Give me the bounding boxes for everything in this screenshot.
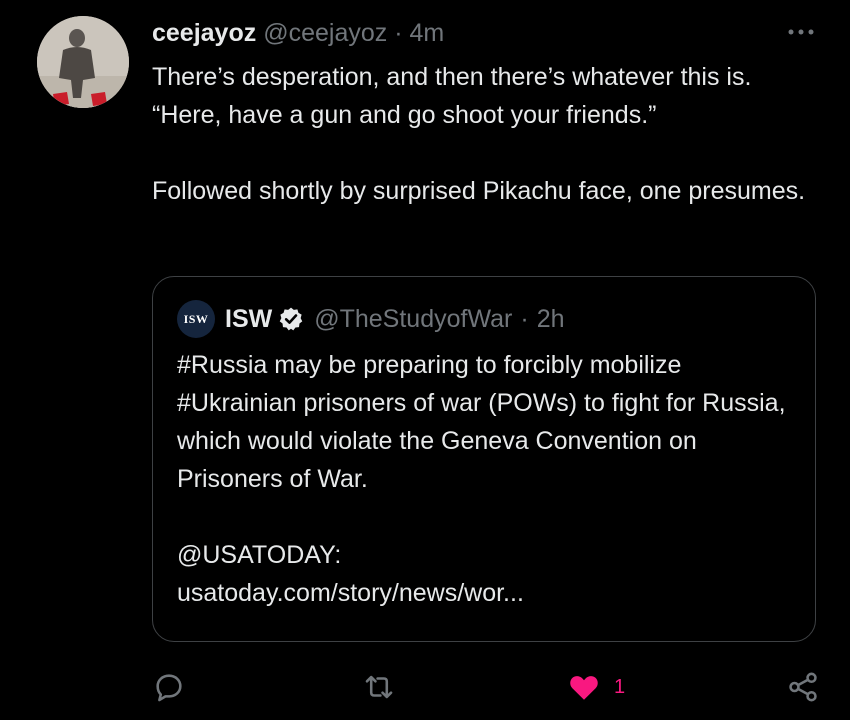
verified-icon <box>279 307 303 331</box>
header-separator: · <box>394 19 403 47</box>
like-button[interactable]: 1 <box>566 668 625 706</box>
share-button[interactable] <box>786 668 820 706</box>
tweet-timestamp[interactable]: 4m <box>410 19 445 47</box>
quote-header-separator: · <box>520 304 529 333</box>
quote-text: #Russia may be preparing to forcibly mob… <box>177 351 786 607</box>
quote-header: ISW ISW @TheStudyofWar · 2h <box>177 299 565 339</box>
quote-author-handle: @TheStudyofWar <box>314 304 513 333</box>
reply-icon <box>156 674 182 702</box>
retweet-button[interactable] <box>361 668 397 706</box>
tweet-text: There’s desperation, and then there’s wh… <box>152 63 806 205</box>
author-display-name[interactable]: ceejayoz <box>152 19 256 47</box>
reply-button[interactable] <box>152 668 186 706</box>
tweet-header: ceejayoz @ceejayoz · 4m <box>152 16 444 50</box>
quote-avatar: ISW <box>177 300 215 338</box>
more-icon[interactable] <box>786 22 816 42</box>
quote-timestamp: 2h <box>536 304 565 333</box>
retweet-icon <box>365 675 393 699</box>
like-count: 1 <box>614 675 626 698</box>
author-handle[interactable]: @ceejayoz <box>263 19 387 47</box>
avatar-image <box>37 16 129 108</box>
share-icon <box>789 672 817 702</box>
quote-author-display-name: ISW <box>225 304 273 333</box>
heart-icon <box>570 676 598 700</box>
quote-tweet-card[interactable]: ISW ISW @TheStudyofWar · 2h #Russia may … <box>152 276 816 642</box>
avatar[interactable] <box>37 16 129 108</box>
